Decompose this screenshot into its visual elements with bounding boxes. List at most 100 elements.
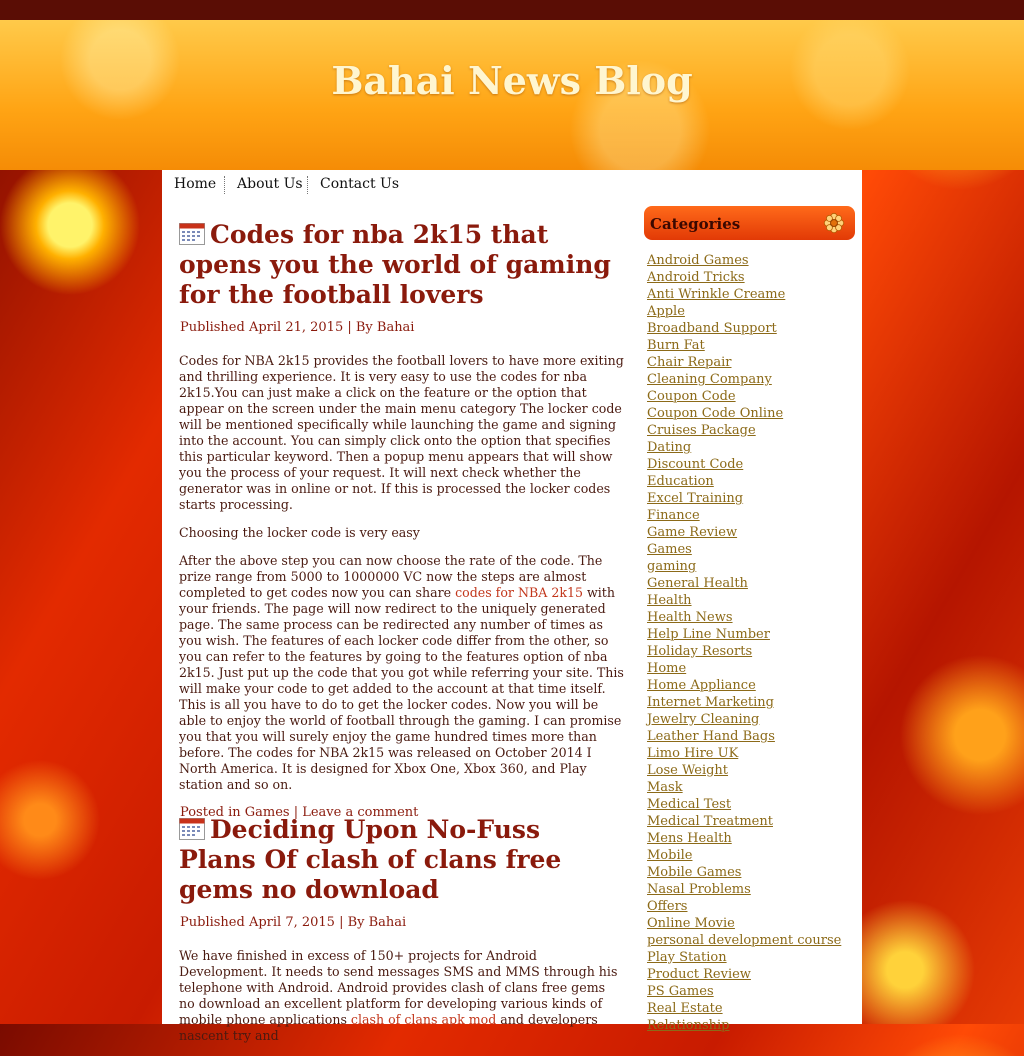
category-item: Limo Hire UK bbox=[647, 745, 855, 762]
category-item: Jewelry Cleaning bbox=[647, 711, 855, 728]
category-item: Android Tricks bbox=[647, 269, 855, 286]
post-paragraph: After the above step you can now choose … bbox=[179, 553, 624, 793]
category-item: Broadband Support bbox=[647, 320, 855, 337]
post-inline-link[interactable]: clash of clans apk mod bbox=[351, 1012, 496, 1027]
site-header: Bahai News Blog bbox=[0, 20, 1024, 170]
category-link[interactable]: Limo Hire UK bbox=[647, 746, 738, 761]
post-body: We have finished in excess of 150+ proje… bbox=[179, 948, 624, 1044]
category-item: Home Appliance bbox=[647, 677, 855, 694]
category-item: Health News bbox=[647, 609, 855, 626]
post-title[interactable]: Codes for nba 2k15 that opens you the wo… bbox=[179, 220, 624, 310]
category-link[interactable]: Games bbox=[647, 542, 692, 557]
category-item: Cleaning Company bbox=[647, 371, 855, 388]
category-item: Excel Training bbox=[647, 490, 855, 507]
calendar-icon bbox=[179, 223, 205, 245]
category-link[interactable]: Chair Repair bbox=[647, 355, 732, 370]
nav-contact-us[interactable]: Contact Us bbox=[308, 176, 411, 194]
category-link[interactable]: personal development course bbox=[647, 933, 841, 948]
category-link[interactable]: Health News bbox=[647, 610, 733, 625]
main-nav: Home About Us Contact Us bbox=[162, 170, 862, 200]
category-link[interactable]: Anti Wrinkle Creame bbox=[647, 287, 785, 302]
category-link[interactable]: Lose Weight bbox=[647, 763, 728, 778]
category-link[interactable]: Medical Treatment bbox=[647, 814, 773, 829]
category-item: Android Games bbox=[647, 252, 855, 269]
category-link[interactable]: gaming bbox=[647, 559, 696, 574]
category-item: Leather Hand Bags bbox=[647, 728, 855, 745]
category-link[interactable]: General Health bbox=[647, 576, 748, 591]
category-item: Play Station bbox=[647, 949, 855, 966]
categories-header: Categories bbox=[644, 206, 855, 240]
category-link[interactable]: Discount Code bbox=[647, 457, 743, 472]
post-title-text[interactable]: Codes for nba 2k15 that opens you the wo… bbox=[179, 220, 611, 309]
category-link[interactable]: Mask bbox=[647, 780, 683, 795]
nav-about-us[interactable]: About Us bbox=[225, 176, 315, 194]
category-item: Dating bbox=[647, 439, 855, 456]
category-item: Coupon Code Online bbox=[647, 405, 855, 422]
flower-icon bbox=[823, 212, 845, 234]
category-link[interactable]: Leather Hand Bags bbox=[647, 729, 775, 744]
post-meta[interactable]: Published April 7, 2015 | By Bahai bbox=[179, 915, 624, 930]
category-link[interactable]: Android Games bbox=[647, 253, 749, 268]
category-item: Mobile Games bbox=[647, 864, 855, 881]
category-link[interactable]: Dating bbox=[647, 440, 691, 455]
category-link[interactable]: Health bbox=[647, 593, 692, 608]
category-item: Real Estate bbox=[647, 1000, 855, 1017]
category-item: Online Movie bbox=[647, 915, 855, 932]
category-link[interactable]: Home bbox=[647, 661, 686, 676]
category-link[interactable]: Online Movie bbox=[647, 916, 735, 931]
category-link[interactable]: Broadband Support bbox=[647, 321, 777, 336]
category-link[interactable]: Mens Health bbox=[647, 831, 732, 846]
category-link[interactable]: Home Appliance bbox=[647, 678, 756, 693]
category-link[interactable]: Mobile Games bbox=[647, 865, 741, 880]
category-link[interactable]: Help Line Number bbox=[647, 627, 770, 642]
post: Deciding Upon No-Fuss Plans Of clash of … bbox=[179, 815, 624, 1056]
category-link[interactable]: Real Estate bbox=[647, 1001, 723, 1016]
category-link[interactable]: Nasal Problems bbox=[647, 882, 751, 897]
category-item: General Health bbox=[647, 575, 855, 592]
category-item: Apple bbox=[647, 303, 855, 320]
category-link[interactable]: Medical Test bbox=[647, 797, 731, 812]
category-item: Holiday Resorts bbox=[647, 643, 855, 660]
post-body: Codes for NBA 2k15 provides the football… bbox=[179, 353, 624, 793]
category-link[interactable]: Finance bbox=[647, 508, 700, 523]
post-meta[interactable]: Published April 21, 2015 | By Bahai bbox=[179, 320, 624, 335]
category-link[interactable]: Cruises Package bbox=[647, 423, 756, 438]
post-text: with your friends. The page will now red… bbox=[179, 585, 624, 792]
nav-home[interactable]: Home bbox=[162, 176, 228, 194]
category-link[interactable]: Play Station bbox=[647, 950, 727, 965]
category-link[interactable]: PS Games bbox=[647, 984, 714, 999]
category-item: Education bbox=[647, 473, 855, 490]
category-link[interactable]: Coupon Code bbox=[647, 389, 736, 404]
category-link[interactable]: Apple bbox=[647, 304, 685, 319]
site-title[interactable]: Bahai News Blog bbox=[0, 58, 1024, 103]
category-link[interactable]: Android Tricks bbox=[647, 270, 745, 285]
category-item: Burn Fat bbox=[647, 337, 855, 354]
category-link[interactable]: Cleaning Company bbox=[647, 372, 772, 387]
category-item: Medical Treatment bbox=[647, 813, 855, 830]
category-link[interactable]: Coupon Code Online bbox=[647, 406, 783, 421]
category-link[interactable]: Burn Fat bbox=[647, 338, 705, 353]
category-item: Lose Weight bbox=[647, 762, 855, 779]
post-title[interactable]: Deciding Upon No-Fuss Plans Of clash of … bbox=[179, 815, 624, 905]
category-item: Home bbox=[647, 660, 855, 677]
category-link[interactable]: Jewelry Cleaning bbox=[647, 712, 759, 727]
category-link[interactable]: Internet Marketing bbox=[647, 695, 774, 710]
categories-list: Android Games Android Tricks Anti Wrinkle … bbox=[647, 252, 855, 1034]
category-link[interactable]: Relationship bbox=[647, 1018, 730, 1033]
category-item: Help Line Number bbox=[647, 626, 855, 643]
category-item: Cruises Package bbox=[647, 422, 855, 439]
category-link[interactable]: Game Review bbox=[647, 525, 737, 540]
category-link[interactable]: Holiday Resorts bbox=[647, 644, 752, 659]
post-title-text[interactable]: Deciding Upon No-Fuss Plans Of clash of … bbox=[179, 815, 561, 904]
category-item: Mask bbox=[647, 779, 855, 796]
category-link[interactable]: Product Review bbox=[647, 967, 751, 982]
category-link[interactable]: Offers bbox=[647, 899, 687, 914]
post-inline-link[interactable]: codes for NBA 2k15 bbox=[455, 585, 583, 600]
categories-title: Categories bbox=[650, 215, 741, 233]
category-link[interactable]: Mobile bbox=[647, 848, 692, 863]
category-item: Health bbox=[647, 592, 855, 609]
category-link[interactable]: Education bbox=[647, 474, 714, 489]
sidebar: Categories Android Games Android Tricks An… bbox=[644, 206, 855, 1034]
category-link[interactable]: Excel Training bbox=[647, 491, 743, 506]
category-item: PS Games bbox=[647, 983, 855, 1000]
